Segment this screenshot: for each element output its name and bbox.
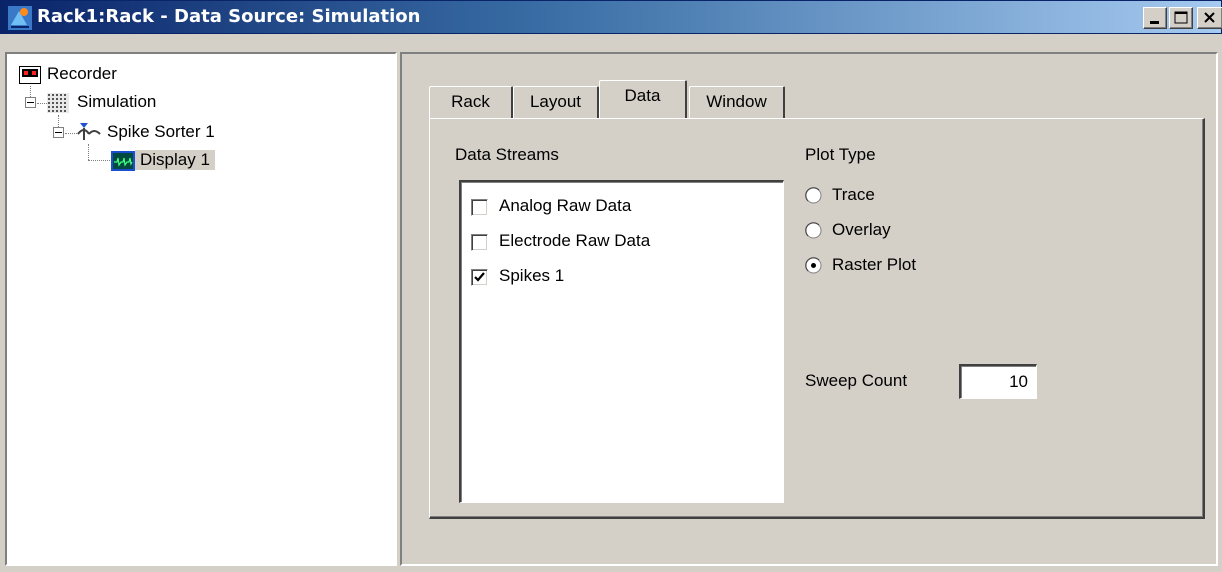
tree-connector [37,103,47,104]
tree-item-label: Spike Sorter 1 [107,122,215,141]
spike-sorter-icon [77,123,101,140]
data-tab-panel: Data Streams Analog Raw Data Electrode R… [429,118,1205,519]
tab-label: Rack [451,92,490,111]
data-streams-list[interactable]: Analog Raw Data Electrode Raw Data Spike… [459,180,784,503]
radio-button[interactable] [805,187,822,204]
display-icon [111,151,135,171]
rack-app-icon [8,6,32,30]
minimize-button[interactable] [1143,7,1167,29]
collapse-icon[interactable] [53,127,64,138]
data-streams-label: Data Streams [455,145,559,164]
sweep-count-label: Sweep Count [805,371,908,390]
properties-pane: Rack Layout Data Window Data Streams Ana… [400,52,1218,566]
stream-label: Electrode Raw Data [499,231,651,250]
tab-label: Data [624,86,661,105]
plot-type-label: Plot Type [805,145,876,164]
title-bar[interactable]: Rack1:Rack - Data Source: Simulation [0,0,1222,34]
tab-data[interactable]: Data [599,80,687,118]
stream-label: Analog Raw Data [499,196,632,215]
close-icon [1204,12,1215,23]
simulation-grid-icon [47,93,69,113]
tab-label: Layout [529,92,582,111]
tree-connector [88,160,110,161]
tab-window[interactable]: Window [689,86,785,118]
collapse-icon[interactable] [25,97,36,108]
close-button[interactable] [1197,7,1222,29]
tree-item-label: Display 1 [135,150,215,170]
recorder-icon [19,66,41,84]
radio-button[interactable] [805,222,822,239]
radio-label: Raster Plot [832,255,917,274]
rack-tree-view[interactable]: Recorder Simulation Spike Sorter 1 Displ… [5,52,397,566]
tree-connector [88,144,89,160]
tab-rack[interactable]: Rack [429,86,513,118]
checkmark-icon [474,272,485,282]
radio-button-selected[interactable] [805,257,822,274]
stream-label: Spikes 1 [499,266,565,285]
tree-connector [65,133,77,134]
maximize-icon [1174,11,1188,24]
window-title: Rack1:Rack - Data Source: Simulation [37,6,421,27]
tree-item-label: Recorder [47,64,117,83]
maximize-button[interactable] [1169,7,1193,29]
tree-item-label: Simulation [77,92,157,111]
checkbox[interactable] [471,234,488,251]
tab-layout[interactable]: Layout [513,86,599,118]
sweep-count-input[interactable]: 10 [959,364,1037,399]
checkbox[interactable] [471,199,488,216]
tab-label: Window [706,92,767,111]
minimize-icon [1150,21,1159,24]
radio-label: Overlay [832,220,891,239]
radio-label: Trace [832,185,875,204]
checkbox-checked[interactable] [471,269,488,286]
